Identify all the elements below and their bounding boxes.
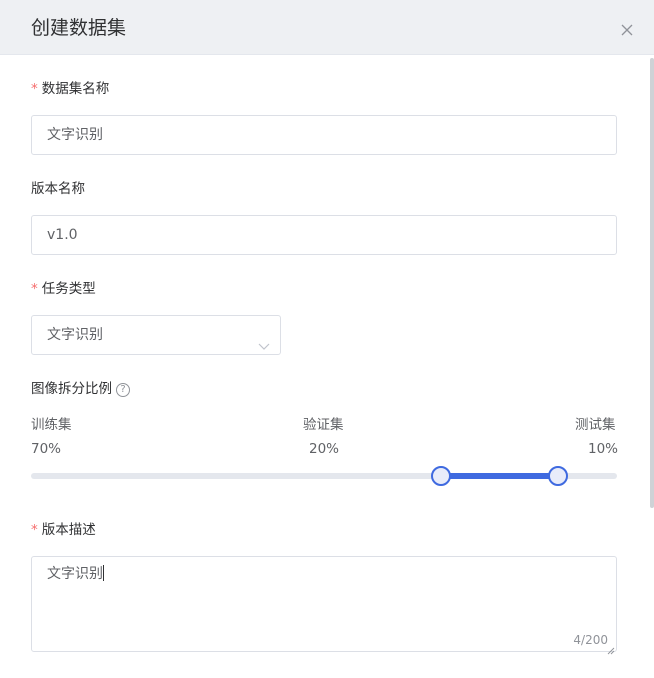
- train-label: 训练集: [31, 417, 72, 433]
- scrollbar-thumb[interactable]: [650, 58, 654, 508]
- validation-value: 20%: [309, 441, 340, 457]
- version-description-label: * 版本描述: [31, 521, 96, 539]
- dialog-header: 创建数据集: [0, 0, 654, 55]
- dataset-name-label: * 数据集名称: [31, 80, 109, 98]
- slider-handle-validation-test[interactable]: [548, 466, 569, 486]
- required-mark: *: [31, 522, 38, 538]
- version-description-value: 文字识别: [47, 566, 103, 582]
- task-type-label: * 任务类型: [31, 280, 96, 298]
- close-icon[interactable]: [617, 20, 637, 40]
- task-type-value: 文字识别: [47, 327, 103, 343]
- test-label: 测试集: [575, 417, 616, 433]
- dataset-name-value: 文字识别: [47, 127, 103, 143]
- version-name-label: 版本名称: [31, 181, 85, 197]
- resize-grip-icon[interactable]: [607, 642, 615, 655]
- task-type-label-text: 任务类型: [41, 281, 96, 297]
- question-circle-icon[interactable]: ?: [116, 383, 130, 397]
- text-caret: [103, 565, 104, 581]
- train-value: 70%: [31, 441, 62, 457]
- task-type-select[interactable]: 文字识别: [31, 315, 281, 355]
- dataset-name-input[interactable]: 文字识别: [31, 115, 617, 155]
- char-counter: 4/200: [573, 633, 608, 647]
- validation-label: 验证集: [303, 417, 344, 433]
- split-ratio-label-text: 图像拆分比例: [31, 381, 112, 397]
- dataset-name-label-text: 数据集名称: [41, 81, 110, 97]
- version-description-label-text: 版本描述: [41, 522, 96, 538]
- split-slider-bar: [441, 473, 559, 479]
- test-value: 10%: [588, 441, 619, 457]
- version-description-textarea[interactable]: 文字识别 4/200: [31, 556, 617, 655]
- required-mark: *: [31, 281, 38, 297]
- version-name-input[interactable]: v1.0: [31, 215, 617, 255]
- slider-handle-train-validation[interactable]: [431, 466, 452, 486]
- version-name-value: v1.0: [47, 227, 78, 243]
- dialog-title: 创建数据集: [31, 17, 127, 39]
- chevron-down-icon: [258, 329, 270, 350]
- required-mark: *: [31, 81, 38, 97]
- split-ratio-label: 图像拆分比例?: [31, 380, 130, 398]
